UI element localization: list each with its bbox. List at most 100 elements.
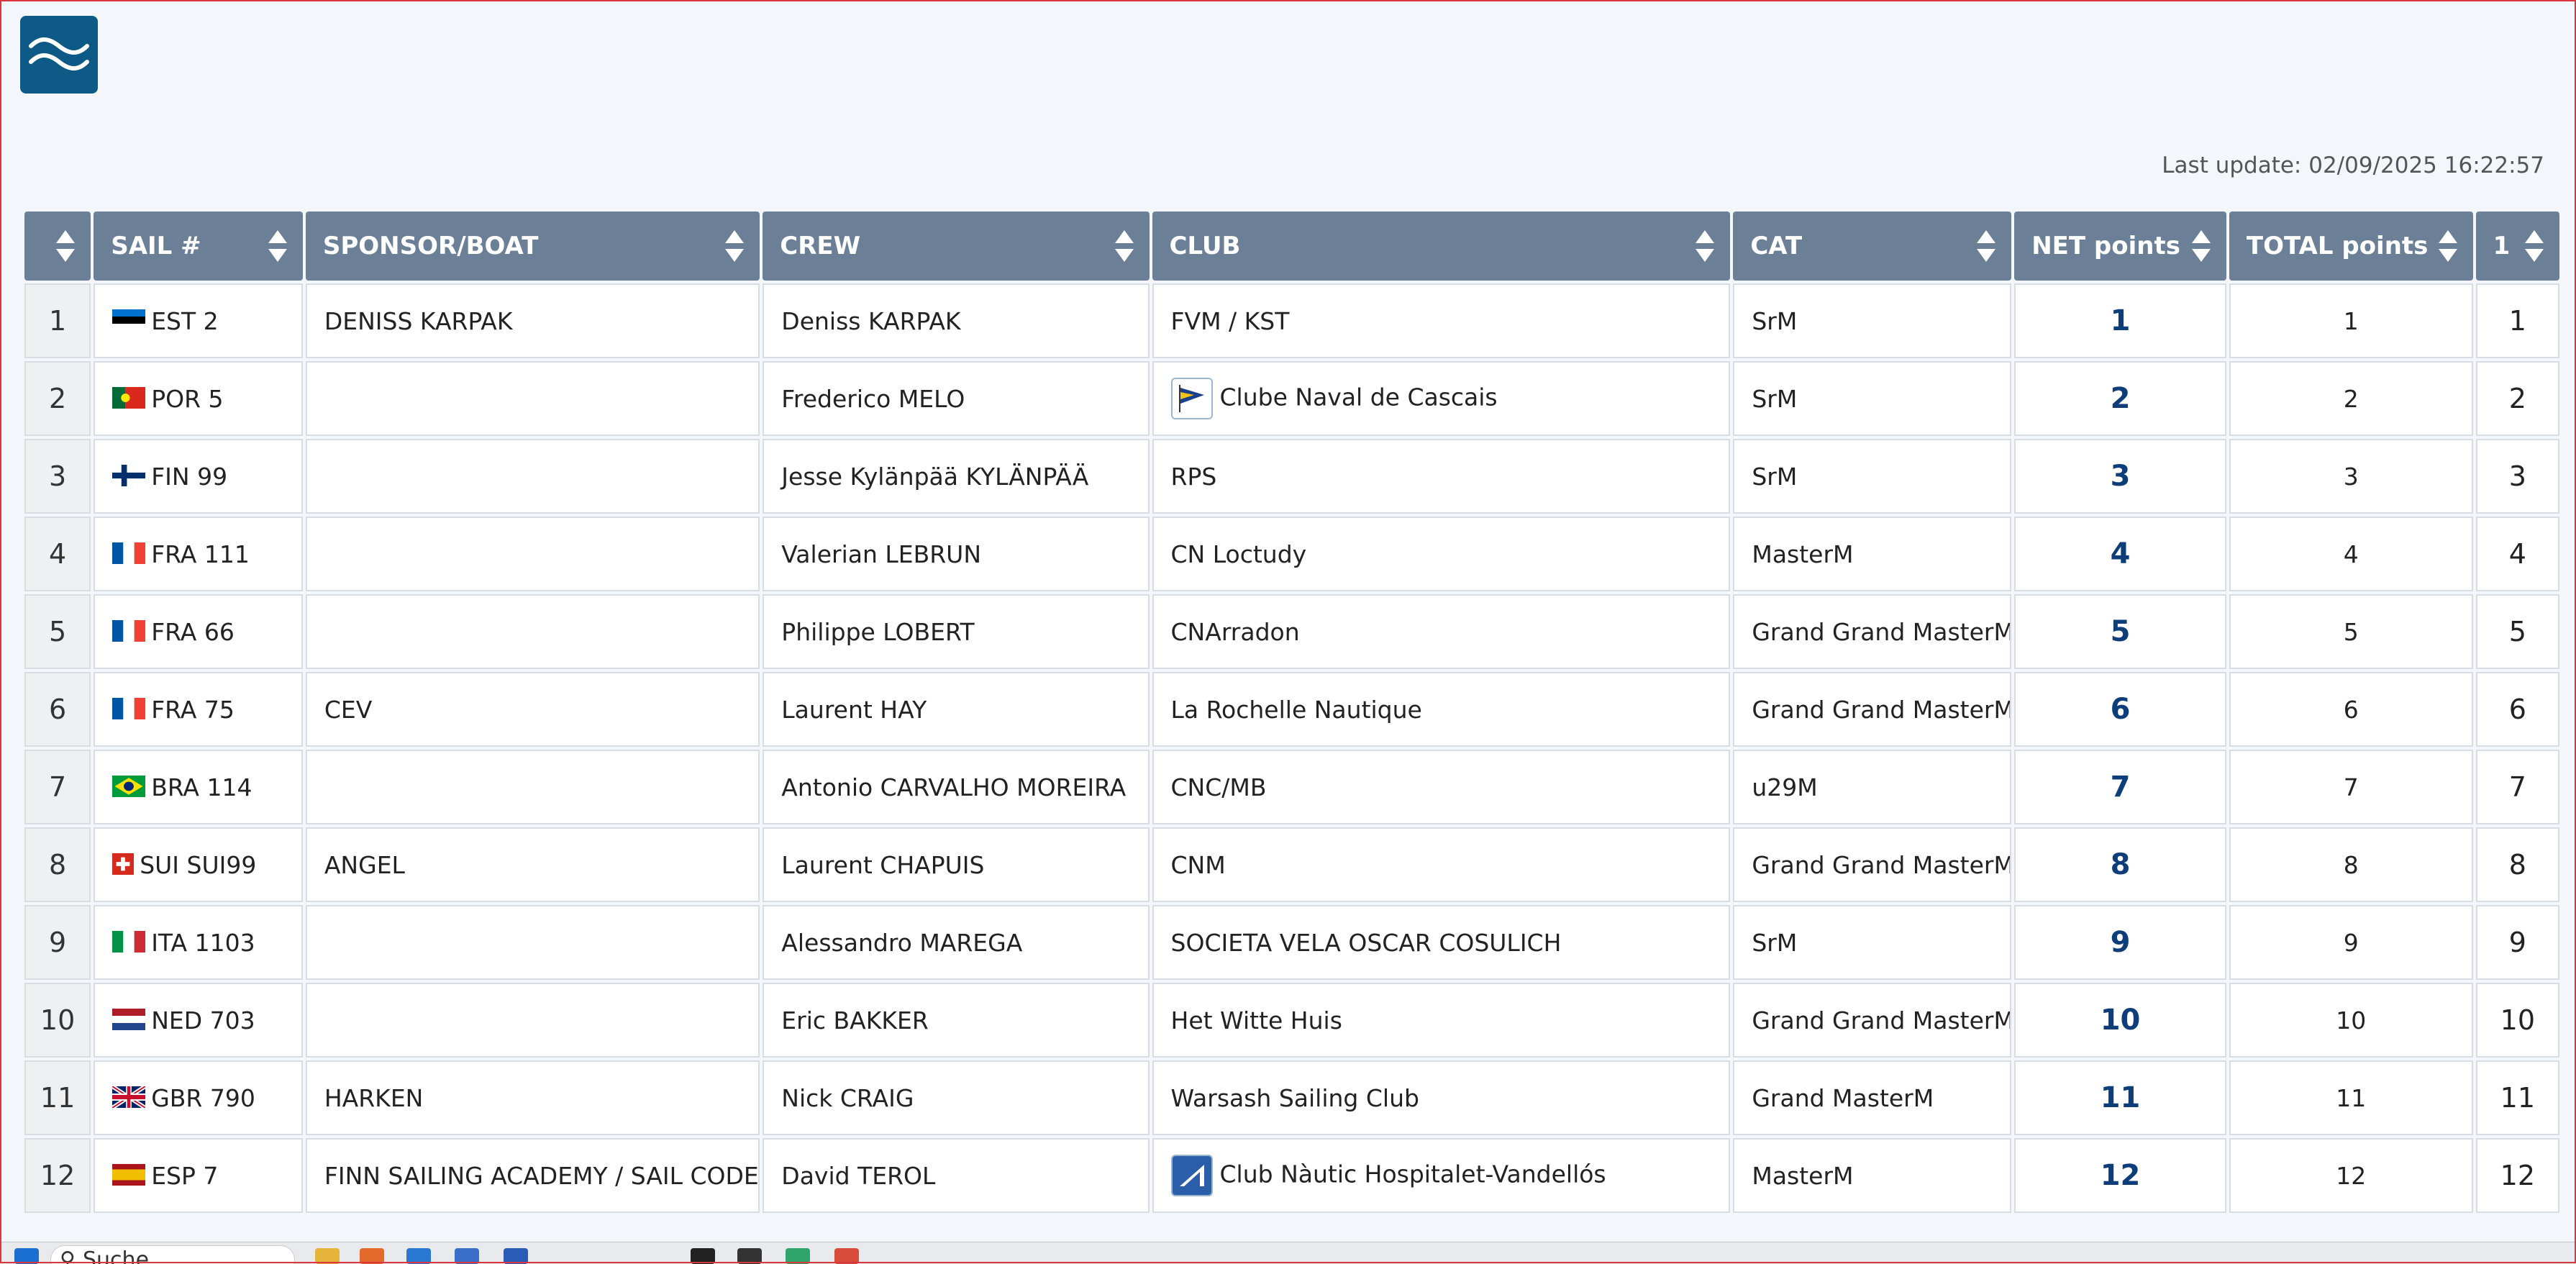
file-explorer-icon[interactable] [315, 1248, 340, 1264]
app-icon[interactable] [455, 1248, 479, 1264]
column-header-sponsor-boat[interactable]: SPONSOR/BOAT [305, 212, 760, 281]
table-row[interactable]: 10 NED 703 Eric BAKKER Het Witte Huis Grand … [24, 983, 2559, 1058]
race-1-cell: 7 [2475, 750, 2559, 824]
race-1-cell: 4 [2475, 517, 2559, 591]
sort-arrows-icon [2525, 230, 2544, 262]
table-row[interactable]: 1 EST 2 DENISS KARPAK Deniss KARPAK FVM / KS… [24, 283, 2559, 358]
column-header-club[interactable]: CLUB [1152, 212, 1731, 281]
table-row[interactable]: 5 FRA 66 Philippe LOBERT CNArradon Grand Gra… [24, 594, 2559, 669]
sponsor-cell [305, 594, 760, 669]
total-points-cell: 2 [2229, 361, 2473, 436]
table-row[interactable]: 3 FIN 99 Jesse Kylänpää KYLÄNPÄÄ RPS SrM 3 3 3 [24, 439, 2559, 514]
app-icon[interactable] [834, 1248, 859, 1264]
net-points-cell[interactable]: 8 [2014, 827, 2226, 902]
flag-fra-icon [112, 697, 146, 719]
column-header-1[interactable]: 1 [2475, 212, 2559, 281]
terminal-icon[interactable] [737, 1248, 762, 1264]
flag-fra-icon [112, 619, 146, 642]
table-row[interactable]: 2 POR 5 Frederico MELO Clube Naval de Casca… [24, 361, 2559, 436]
search-icon: ⚲ [60, 1247, 76, 1264]
race-1-cell: 1 [2475, 283, 2559, 358]
total-points-cell: 11 [2229, 1060, 2473, 1135]
net-points-cell[interactable]: 6 [2014, 672, 2226, 747]
column-header-net-points[interactable]: NET points [2014, 212, 2226, 281]
sort-arrows-icon [2438, 230, 2457, 262]
app-icon[interactable] [406, 1248, 431, 1264]
sail-number: SUI SUI99 [140, 850, 257, 879]
crew-cell: Eric BAKKER [763, 983, 1150, 1058]
column-header-cat[interactable]: CAT [1733, 212, 2012, 281]
rank-cell: 4 [24, 517, 91, 591]
sail-number: ESP 7 [151, 1161, 219, 1190]
table-row[interactable]: 4 FRA 111 Valerian LEBRUN CN Loctudy MasterM… [24, 517, 2559, 591]
category-cell: SrM [1733, 905, 2012, 980]
club-name: Het Witte Huis [1170, 1006, 1342, 1035]
sail-cell: EST 2 [94, 283, 303, 358]
chrome-icon[interactable] [786, 1248, 810, 1264]
club-logo-icon [1170, 378, 1213, 419]
sail-cell: GBR 790 [94, 1060, 303, 1135]
net-points-cell[interactable]: 10 [2014, 983, 2226, 1058]
sponsor-cell [305, 750, 760, 824]
table-row[interactable]: 6 FRA 75 CEV Laurent HAY La Rochelle Nautiqu… [24, 672, 2559, 747]
column-header-total-points[interactable]: TOTAL points [2229, 212, 2473, 281]
crew-cell: Jesse Kylänpää KYLÄNPÄÄ [763, 439, 1150, 514]
net-points-cell[interactable]: 3 [2014, 439, 2226, 514]
net-points-cell[interactable]: 7 [2014, 750, 2226, 824]
sort-arrows-icon [268, 230, 287, 262]
net-points-cell[interactable]: 9 [2014, 905, 2226, 980]
last-update-text: Last update: 02/09/2025 16:22:57 [2162, 153, 2544, 178]
windows-start-icon[interactable] [14, 1248, 39, 1264]
race-1-cell: 6 [2475, 672, 2559, 747]
net-points-cell[interactable]: 2 [2014, 361, 2226, 436]
flag-fin-icon [112, 464, 146, 486]
table-row[interactable]: 9 ITA 1103 Alessandro MAREGA SOCIETA VELA O… [24, 905, 2559, 980]
club-cell: CNArradon [1152, 594, 1731, 669]
table-row[interactable]: 8 SUI SUI99 ANGEL Laurent CHAPUIS CNM Grand G… [24, 827, 2559, 902]
flag-sui-icon [112, 852, 135, 875]
column-header-crew[interactable]: CREW [763, 212, 1150, 281]
net-points-cell[interactable]: 11 [2014, 1060, 2226, 1135]
net-points-cell[interactable]: 5 [2014, 594, 2226, 669]
sail-number: NED 703 [151, 1006, 255, 1035]
sail-number: ITA 1103 [151, 928, 255, 957]
browser-icon[interactable] [360, 1248, 384, 1264]
column-header-label: TOTAL points [2246, 232, 2429, 260]
net-points-cell[interactable]: 12 [2014, 1138, 2226, 1213]
table-header-row: SAIL # SPONSOR/BOAT CREW CLUB CAT NET points T… [24, 212, 2559, 281]
sponsor-cell: CEV [305, 672, 760, 747]
column-header-label: 1 [2493, 232, 2511, 260]
sail-cell: SUI SUI99 [94, 827, 303, 902]
column-header-label: CAT [1750, 232, 1803, 260]
category-cell: MasterM [1733, 1138, 2012, 1213]
app-icon[interactable] [691, 1248, 715, 1264]
sort-arrows-icon [725, 230, 745, 262]
category-cell: Grand MasterM [1733, 1060, 2012, 1135]
table-row[interactable]: 7 BRA 114 Antonio CARVALHO MOREIRA CNC/MB u2… [24, 750, 2559, 824]
category-cell: Grand Grand MasterM [1733, 594, 2012, 669]
column-header-sail[interactable]: SAIL # [94, 212, 303, 281]
club-cell: Clube Naval de Cascais [1152, 361, 1731, 436]
flag-fra-icon [112, 542, 146, 564]
sponsor-cell: FINN SAILING ACADEMY / SAIL CODE [305, 1138, 760, 1213]
table-row[interactable]: 11 GBR 790 HARKEN Nick CRAIG Warsash Sailing… [24, 1060, 2559, 1135]
column-header-rank[interactable] [24, 212, 91, 281]
crew-cell: Nick CRAIG [763, 1060, 1150, 1135]
app-icon[interactable] [504, 1248, 528, 1264]
site-logo[interactable] [20, 16, 98, 94]
race-1-cell: 5 [2475, 594, 2559, 669]
taskbar-search[interactable]: ⚲ Suche [50, 1245, 295, 1264]
net-points-cell[interactable]: 1 [2014, 283, 2226, 358]
rank-cell: 2 [24, 361, 91, 436]
total-points-cell: 4 [2229, 517, 2473, 591]
category-cell: Grand Grand MasterM [1733, 672, 2012, 747]
table-row[interactable]: 12 ESP 7 FINN SAILING ACADEMY / SAIL CODE D… [24, 1138, 2559, 1213]
club-cell: Club Nàutic Hospitalet-Vandellós [1152, 1138, 1731, 1213]
crew-cell: Valerian LEBRUN [763, 517, 1150, 591]
net-points-cell[interactable]: 4 [2014, 517, 2226, 591]
total-points-cell: 9 [2229, 905, 2473, 980]
rank-cell: 1 [24, 283, 91, 358]
club-name: Warsash Sailing Club [1170, 1083, 1419, 1112]
club-name: Clube Naval de Cascais [1219, 383, 1498, 412]
rank-cell: 5 [24, 594, 91, 669]
